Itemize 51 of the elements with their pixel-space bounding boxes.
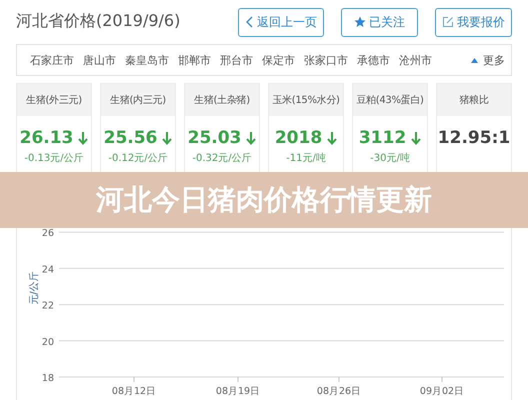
- down-arrow-icon: [162, 132, 172, 144]
- price-change: -0.13元/公斤: [24, 152, 84, 165]
- down-arrow-icon: [411, 132, 422, 144]
- card-header: 生猪(外三元): [17, 84, 91, 116]
- axis-tick-label: 26: [42, 228, 54, 240]
- down-arrow-icon: [327, 132, 338, 144]
- down-arrow-icon: [78, 132, 88, 144]
- price-change: -30元/吨: [370, 152, 410, 165]
- price-change: -0.12元/公斤: [108, 152, 168, 165]
- more-link[interactable]: 更多: [471, 52, 505, 68]
- price-value: 25.56: [104, 128, 158, 148]
- card-header: 猪粮比: [437, 84, 511, 116]
- card-header: 生猪(内三元): [101, 84, 175, 116]
- city-link[interactable]: 石家庄市: [30, 52, 74, 68]
- price-value: 12.95:1: [438, 128, 510, 148]
- city-link[interactable]: 秦皇岛市: [125, 52, 169, 68]
- caret-up-icon: [471, 58, 478, 62]
- axis-tick-label: 08月26日: [316, 386, 362, 397]
- header-button[interactable]: 返回上一页: [238, 8, 324, 36]
- down-arrow-icon: [246, 132, 256, 144]
- city-link[interactable]: 唐山市: [83, 52, 116, 68]
- price-change: -11元/吨: [286, 152, 326, 165]
- axis-tick-label: 09月02日: [420, 386, 464, 397]
- city-link[interactable]: 沧州市: [399, 52, 432, 68]
- card-header: 豆粕(43%蛋白): [353, 84, 427, 116]
- axis-tick-label: 08月19日: [216, 386, 260, 397]
- axis-title: 元/公斤: [29, 271, 40, 305]
- page-title: 河北省价格(2019/9/6): [16, 10, 180, 32]
- city-link[interactable]: 邢台市: [220, 52, 253, 68]
- star-icon: [354, 16, 366, 28]
- axis-tick-label: 18: [42, 373, 54, 384]
- price-value: 2018: [274, 128, 322, 148]
- city-link[interactable]: 保定市: [262, 52, 295, 68]
- axis-tick-label: 08月12日: [112, 386, 156, 397]
- city-link[interactable]: 承德市: [357, 52, 390, 68]
- price-value: 25.03: [188, 128, 242, 148]
- axis-tick-label: 20: [42, 336, 54, 348]
- city-link[interactable]: 张家口市: [304, 52, 348, 68]
- axis-tick-label: 24: [42, 264, 54, 276]
- card-header: 玉米(15%水分): [269, 84, 343, 116]
- edit-icon: [442, 16, 454, 28]
- city-link[interactable]: 邯郸市: [178, 52, 211, 68]
- header-button[interactable]: 已关注: [341, 8, 418, 36]
- axis-tick-label: 22: [42, 300, 54, 312]
- card-header: 生猪(土杂猪): [185, 84, 259, 116]
- headline-banner: 河北今日猪肉价格行情更新: [0, 172, 528, 228]
- chevron-left-icon: [245, 16, 254, 28]
- price-change: -0.32元/公斤: [192, 152, 252, 165]
- price-value: 3112: [358, 128, 406, 148]
- header-button[interactable]: 我要报价: [435, 8, 512, 36]
- price-value: 26.13: [20, 128, 74, 148]
